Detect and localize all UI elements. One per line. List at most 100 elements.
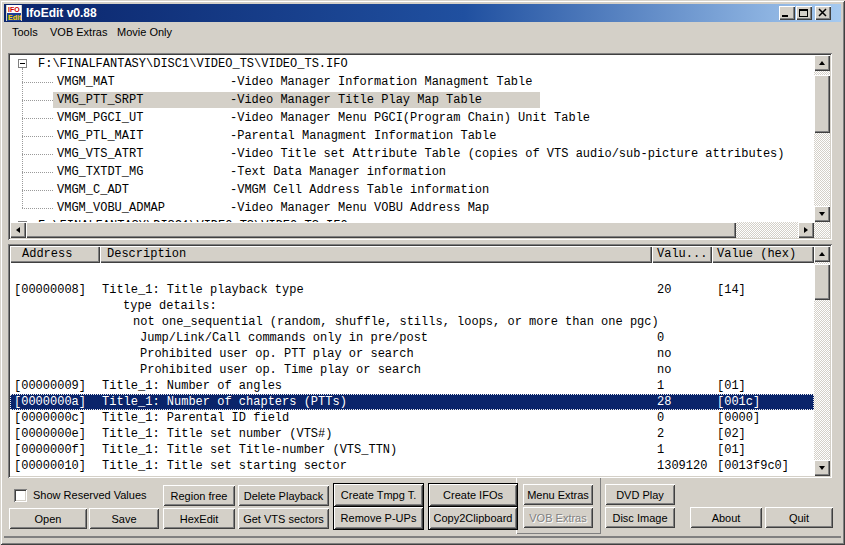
cell-value-hex: [02] <box>717 426 746 442</box>
cell-description: Title_1: Parental ID field <box>102 410 289 426</box>
tree-item-vmgm_c_adt[interactable]: VMGM_C_ADT -VMGM Cell Address Table infor… <box>10 181 814 199</box>
menu-movie-only[interactable]: Movie Only <box>117 26 172 38</box>
tree-root-label[interactable]: F:\FINALFANTASY\DISC1\VIDEO_TS\VIDEO_TS.… <box>38 55 348 73</box>
table-row[interactable]: [0000000c] Title_1: Parental ID field 0 [00… <box>10 410 814 426</box>
table-row[interactable]: [00000009]Title_1: Number of angles1[01] <box>10 378 814 394</box>
tree-item-name[interactable]: VMGM_PGCI_UT <box>57 109 143 127</box>
tree-item-description: -Video Title set Attribute Table (copies… <box>230 145 785 163</box>
tree-item-name[interactable]: VMGM_VOBU_ADMAP <box>57 199 165 217</box>
cell-value-hex: [01] <box>717 442 746 458</box>
tree-item-vmg_ptt_srpt[interactable]: VMG_PTT_SRPT-Video Manager Title Play Ma… <box>10 91 814 109</box>
close-button[interactable] <box>815 6 831 20</box>
bottom-divider <box>4 536 841 538</box>
minimize-button[interactable] <box>779 6 795 20</box>
tree-item-name[interactable]: VMG_VTS_ATRT <box>57 145 143 163</box>
table-row[interactable]: [0000000a] Title_1: Number of chapters (P… <box>10 394 814 410</box>
column-header-description[interactable]: Description <box>100 246 652 263</box>
tree-item-vmgm_pgci_ut[interactable]: VMGM_PGCI_UT-Video Manager Menu PGCI(Pro… <box>10 109 814 127</box>
cell-value: 28 <box>657 394 671 410</box>
cell-address: [00000008] <box>14 282 86 298</box>
cell-value: no <box>657 346 671 362</box>
tree-root-item[interactable]: F:\FINALFANTASY\DISC1\VIDEO_TS\VIDEO_TS.… <box>10 55 814 73</box>
cell-address: [00000010] <box>14 458 86 474</box>
column-header-address[interactable]: Address <box>10 246 100 263</box>
tree-item-name[interactable]: VMGM_MAT <box>57 73 115 91</box>
remove-p-ups-button[interactable]: Remove P-UPs <box>333 506 424 530</box>
hexedit-button[interactable]: HexEdit <box>163 508 235 529</box>
tree-expander-icon[interactable] <box>18 59 27 68</box>
scrollbar-corner <box>814 222 830 238</box>
cell-value: 1 <box>657 442 664 458</box>
scroll-thumb[interactable] <box>26 222 736 238</box>
table-vscrollbar[interactable] <box>814 246 830 476</box>
table-row[interactable]: Prohibited user op. Time play or searchn… <box>10 362 814 378</box>
copy2clipboard-button[interactable]: Copy2Clipboard <box>428 506 518 530</box>
delete-playback-button[interactable]: Delete Playback <box>238 485 329 506</box>
vob-extras-button[interactable]: VOB Extras <box>523 507 593 528</box>
scroll-thumb[interactable] <box>814 264 830 300</box>
region-free-button[interactable]: Region free <box>163 485 235 506</box>
dvd-play-button[interactable]: DVD Play <box>605 484 675 505</box>
menu-extras-button[interactable]: Menu Extras <box>523 484 593 505</box>
menu-tools[interactable]: Tools <box>12 26 38 38</box>
tree-item-name[interactable]: VMGM_C_ADT <box>57 181 129 199</box>
cell-value-hex: [0000] <box>717 410 760 426</box>
cell-value: no <box>657 362 671 378</box>
cell-value-hex: [14] <box>717 282 746 298</box>
get-vts-sectors-button[interactable]: Get VTS sectors <box>238 508 329 529</box>
cell-address: [0000000f] <box>14 442 86 458</box>
column-header-value-hex-[interactable]: Value (hex) <box>712 246 814 263</box>
tree-item-name[interactable]: VMG_PTT_SRPT <box>57 91 143 109</box>
menu-vob-extras[interactable]: VOB Extras <box>50 26 107 38</box>
tree-item-name[interactable]: VMG_TXTDT_MG <box>57 163 143 181</box>
tree-item-vmg_txtdt_mg[interactable]: VMG_TXTDT_MG-Text Data Manager informati… <box>10 163 814 181</box>
detail-table: AddressDescriptionValu...Value (hex) [000… <box>10 246 814 476</box>
tree-hscrollbar[interactable] <box>10 222 814 238</box>
arrow-left-icon <box>16 227 20 233</box>
table-row[interactable]: not one_sequential (random, shuffle, sti… <box>10 314 814 330</box>
tree-item-vmgm_mat[interactable]: VMGM_MAT-Video Manager Information Manag… <box>10 73 814 91</box>
scroll-down-button[interactable] <box>814 206 830 222</box>
disc-image-button[interactable]: Disc Image <box>605 507 675 528</box>
quit-button[interactable]: Quit <box>765 507 833 528</box>
scroll-right-button[interactable] <box>798 222 814 238</box>
create-ifos-button[interactable]: Create IFOs <box>428 483 518 507</box>
column-header-valu-[interactable]: Valu... <box>652 246 712 263</box>
create-tmpg-t--button[interactable]: Create Tmpg T. <box>333 483 424 507</box>
titlebar[interactable]: IFO Edit IfoEdit v0.88 <box>4 4 841 22</box>
scroll-thumb[interactable] <box>814 75 830 133</box>
table-row[interactable]: Prohibited user op. PTT play or searchno <box>10 346 814 362</box>
tree-item-description: -VMGM Cell Address Table information <box>230 181 489 199</box>
table-row[interactable]: type details: <box>10 298 814 314</box>
tree-item-vmgm_vobu_admap[interactable]: VMGM_VOBU_ADMAP-Video Manager Menu VOBU … <box>10 199 814 217</box>
arrow-down-icon <box>819 466 825 470</box>
scroll-up-button[interactable] <box>814 246 830 262</box>
table-row[interactable]: [0000000f]Title_1: Title set Title-numbe… <box>10 442 814 458</box>
tree-item-vmg_ptl_mait[interactable]: VMG_PTL_MAIT-Parental Managment Informat… <box>10 127 814 145</box>
about-button[interactable]: About <box>690 507 762 528</box>
tree-item-name[interactable]: VMG_PTL_MAIT <box>57 127 143 145</box>
cell-description: Title_1: Title set number (VTS#) <box>102 426 332 442</box>
table-row[interactable]: [0000000e]Title_1: Title set number (VTS… <box>10 426 814 442</box>
show-reserved-values-checkbox[interactable] <box>14 489 27 502</box>
cell-address: [0000000a] <box>14 394 86 410</box>
cell-description: not one_sequential (random, shuffle, sti… <box>133 314 659 330</box>
scroll-down-button[interactable] <box>814 460 830 476</box>
tree-vscrollbar[interactable] <box>814 55 830 222</box>
table-row[interactable]: [00000008]Title_1: Title playback type20… <box>10 282 814 298</box>
scroll-left-button[interactable] <box>10 222 26 238</box>
table-row[interactable]: Jump/Link/Call commands only in pre/post… <box>10 330 814 346</box>
cell-description: Title_1: Number of chapters (PTTs) <box>102 394 347 410</box>
cell-value-hex: [001c] <box>717 394 760 410</box>
arrow-right-icon <box>804 227 808 233</box>
maximize-button[interactable] <box>796 6 812 20</box>
open-button[interactable]: Open <box>9 508 87 529</box>
cell-value: 1 <box>657 378 664 394</box>
table-row[interactable]: [00000010]Title_1: Title set starting se… <box>10 458 814 474</box>
save-button[interactable]: Save <box>89 508 159 529</box>
cell-address: [0000000c] <box>14 410 86 426</box>
cell-value: 0 <box>657 410 664 426</box>
scroll-up-button[interactable] <box>814 55 830 71</box>
ifo-tree: F:\FINALFANTASY\DISC1\VIDEO_TS\VIDEO_TS.… <box>10 55 814 222</box>
tree-item-vmg_vts_atrt[interactable]: VMG_VTS_ATRT -Video Title set Attribute T… <box>10 145 814 163</box>
